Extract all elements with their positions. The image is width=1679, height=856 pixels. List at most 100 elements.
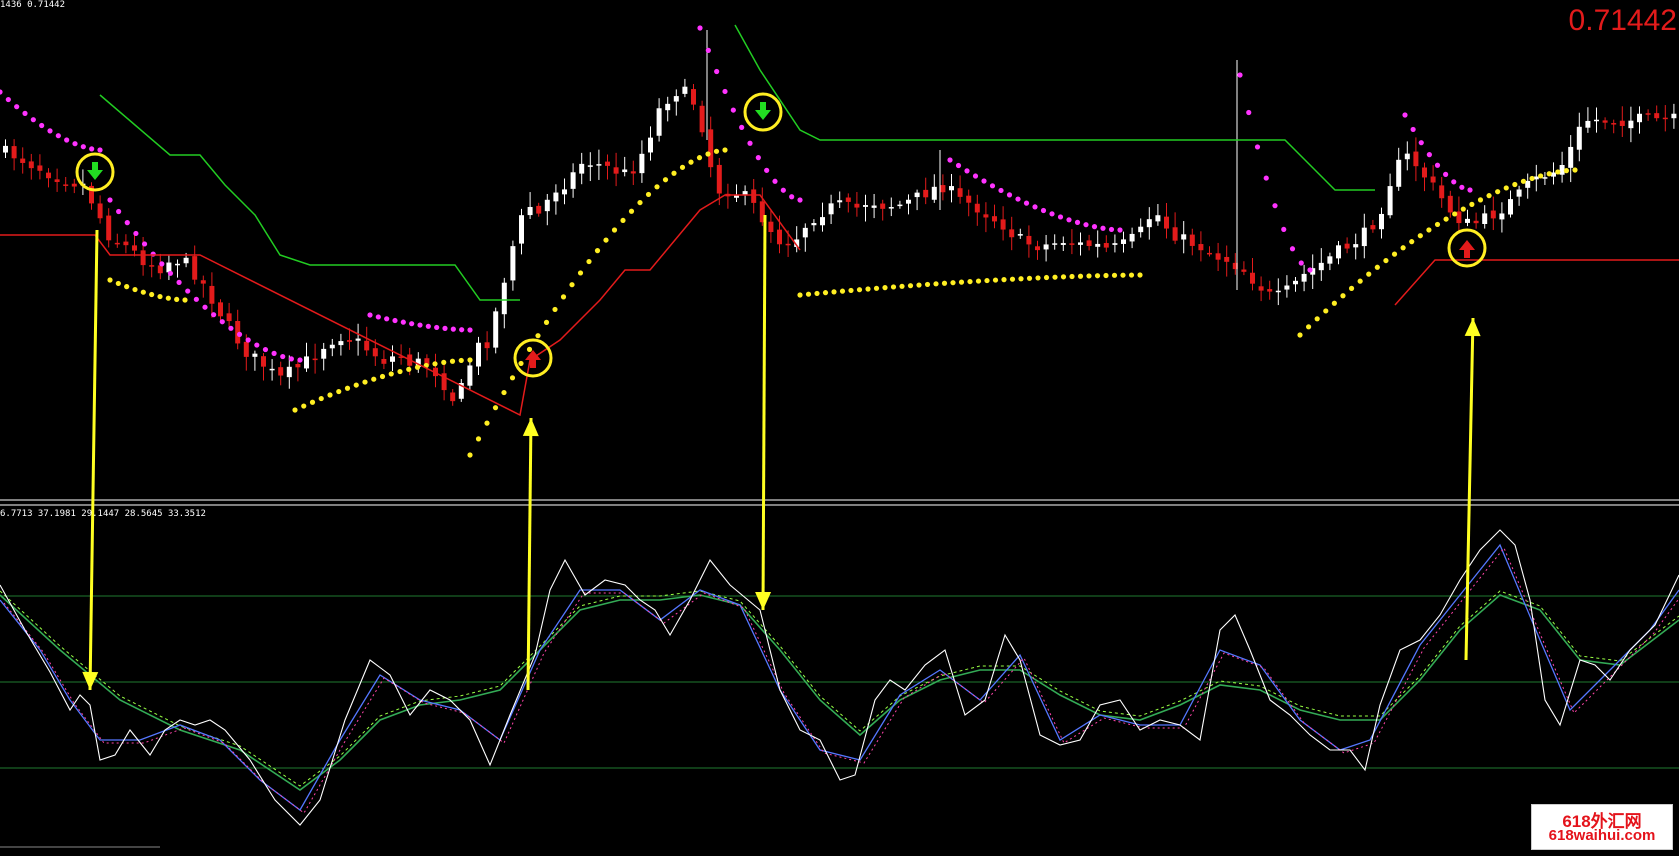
sar-dot-down bbox=[14, 104, 20, 110]
sar-dot-up bbox=[899, 283, 905, 289]
sar-dot-down bbox=[89, 146, 95, 152]
candle-body bbox=[708, 129, 714, 168]
sar-dot-up bbox=[552, 306, 558, 313]
sar-dot-up bbox=[628, 208, 635, 214]
sar-dot-up bbox=[484, 420, 490, 426]
sar-dot-up bbox=[1546, 171, 1552, 177]
support-line bbox=[1394, 259, 1679, 306]
sar-dot-down bbox=[384, 316, 390, 322]
candle-body bbox=[682, 86, 688, 94]
candle-body bbox=[106, 215, 112, 241]
sar-dot-up bbox=[1443, 216, 1449, 222]
candle-body bbox=[175, 263, 180, 266]
sar-dot-up bbox=[941, 280, 948, 286]
annotation-arrowhead-icon bbox=[522, 418, 539, 437]
candle-body bbox=[1224, 256, 1230, 262]
sar-dot-up bbox=[1357, 278, 1363, 284]
sar-dot-up bbox=[1297, 332, 1303, 338]
sar-dot-up bbox=[688, 159, 694, 165]
sar-dot-up bbox=[594, 248, 601, 254]
watermark-line2: 618waihui.com bbox=[1548, 827, 1656, 844]
sar-dot-down bbox=[450, 326, 456, 332]
sar-dot-up bbox=[1374, 264, 1380, 270]
candle-body bbox=[1430, 176, 1436, 183]
sar-dot-up bbox=[1120, 272, 1126, 278]
candle-body bbox=[1250, 272, 1255, 284]
sar-dot-up bbox=[696, 155, 703, 161]
candle-body bbox=[596, 164, 602, 166]
annotation-arrow-line bbox=[526, 417, 533, 691]
candle-body bbox=[1594, 119, 1599, 122]
sar-dot-down bbox=[989, 183, 996, 189]
candle-body bbox=[845, 197, 851, 202]
candle-body bbox=[364, 340, 370, 351]
sar-dot-down bbox=[467, 327, 473, 333]
candle-body bbox=[1017, 234, 1023, 236]
sar-dot-down bbox=[947, 157, 953, 163]
candle-body bbox=[1172, 227, 1178, 241]
sar-dot-down bbox=[254, 342, 260, 348]
candle-body bbox=[1112, 243, 1118, 245]
candle-body bbox=[1275, 290, 1281, 293]
sar-dot-up bbox=[1572, 167, 1578, 173]
sar-dot-down bbox=[1032, 204, 1038, 210]
candle-body bbox=[347, 340, 352, 342]
forex-chart[interactable]: 1436 0.71442 0.71442 6.7713 37.1981 29.1… bbox=[0, 0, 1679, 852]
sar-dot-down bbox=[697, 25, 703, 31]
sar-dot-down bbox=[1091, 224, 1098, 230]
sar-dot-up bbox=[620, 217, 626, 224]
sar-dot-down bbox=[764, 167, 770, 173]
price-info-text: 1436 0.71442 bbox=[0, 0, 66, 10]
candle-body bbox=[149, 265, 155, 267]
sar-dot-down bbox=[0, 89, 3, 95]
candle-body bbox=[97, 203, 103, 219]
sar-dot-up bbox=[1409, 239, 1415, 245]
candle-body bbox=[820, 217, 825, 226]
oscillator-slow-line bbox=[0, 594, 1679, 791]
oscillator-dotted-line bbox=[3, 547, 1679, 814]
candle-body bbox=[1413, 151, 1419, 167]
sar-dot-up bbox=[1383, 257, 1389, 264]
sar-dot-up bbox=[1503, 185, 1509, 191]
candle-body bbox=[1344, 243, 1350, 249]
sar-dot-up bbox=[645, 191, 652, 198]
sar-dot-up bbox=[441, 359, 447, 366]
sar-dot-down bbox=[150, 251, 156, 257]
candle-body bbox=[218, 302, 223, 317]
oscillator-main-line bbox=[0, 529, 1679, 826]
candle-body bbox=[132, 245, 137, 251]
oscillator-panel bbox=[0, 529, 1679, 826]
sar-dot-up bbox=[115, 280, 121, 287]
sar-dot-up bbox=[1323, 308, 1329, 314]
sar-dot-up bbox=[107, 277, 113, 283]
candle-body bbox=[1576, 126, 1582, 150]
sar-dot-up bbox=[1052, 274, 1058, 280]
sar-dot-down bbox=[47, 128, 53, 134]
candle-body bbox=[1284, 285, 1290, 290]
candle-body bbox=[699, 105, 705, 133]
sar-dot-down bbox=[1023, 200, 1030, 206]
sar-dot-down bbox=[1263, 175, 1269, 181]
sar-dot-up bbox=[637, 199, 643, 206]
candle-body bbox=[1508, 199, 1513, 215]
sar-dot-down bbox=[297, 357, 303, 363]
sar-dot-down bbox=[981, 178, 987, 184]
candle-body bbox=[209, 285, 215, 304]
sar-dot-down bbox=[1254, 144, 1261, 150]
candle-body bbox=[1439, 185, 1445, 199]
candle-body bbox=[71, 183, 77, 187]
sar-dot-up bbox=[1026, 275, 1033, 281]
sar-dot-up bbox=[1305, 324, 1312, 330]
sar-dot-down bbox=[141, 241, 148, 247]
candle-body bbox=[200, 280, 206, 284]
candle-body bbox=[605, 161, 610, 166]
candle-body bbox=[329, 344, 335, 349]
sar-dot-up bbox=[611, 227, 618, 233]
sar-dot-down bbox=[1066, 217, 1072, 223]
candle-body bbox=[1542, 177, 1548, 179]
candle-body bbox=[1181, 234, 1187, 240]
annotation-arrowhead-icon bbox=[1464, 318, 1481, 337]
candle-body bbox=[1241, 269, 1247, 272]
sar-dot-up bbox=[132, 286, 138, 293]
sar-dot-down bbox=[1402, 112, 1408, 118]
